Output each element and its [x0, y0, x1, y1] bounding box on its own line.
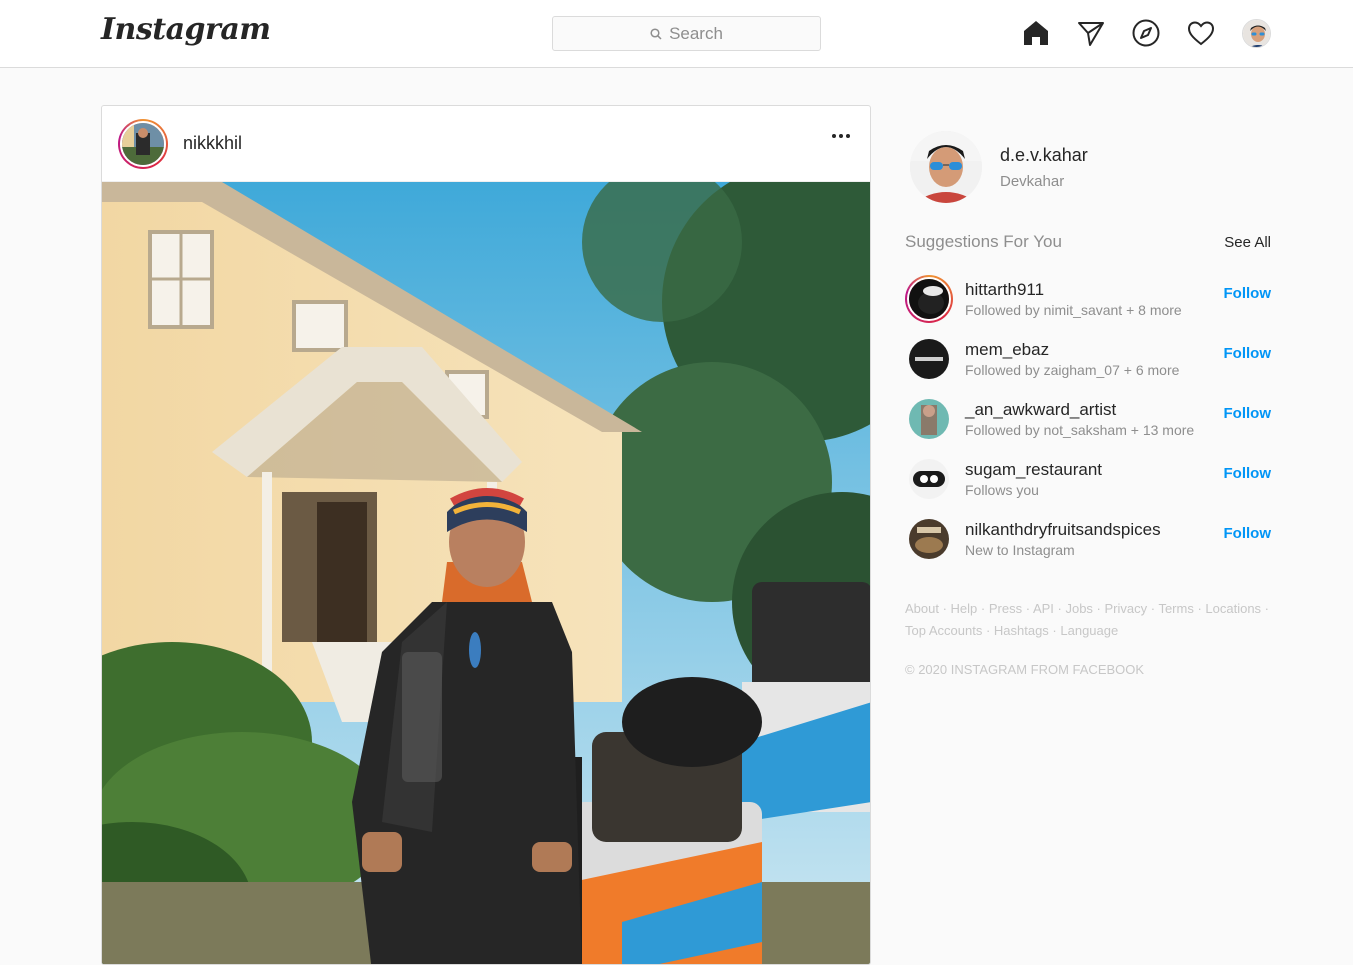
post-username[interactable]: nikkkhil — [183, 133, 242, 154]
suggestion-username[interactable]: nilkanthdryfruitsandspices — [965, 520, 1161, 540]
home-icon[interactable] — [1021, 18, 1051, 48]
suggestions-header: Suggestions For You See All — [905, 232, 1271, 252]
footer-link-terms[interactable]: Terms — [1158, 601, 1193, 616]
current-user-avatar[interactable] — [910, 131, 982, 203]
footer-link-api[interactable]: API — [1033, 601, 1054, 616]
follow-button[interactable]: Follow — [1224, 465, 1272, 482]
footer-link-privacy[interactable]: Privacy — [1105, 601, 1148, 616]
profile-avatar[interactable] — [1241, 18, 1271, 48]
suggestion-item: hittarth911 Followed by nimit_savant + 8… — [905, 269, 1271, 329]
footer-link-press[interactable]: Press — [989, 601, 1022, 616]
suggestion-username[interactable]: hittarth911 — [965, 280, 1182, 300]
search-input[interactable]: Search — [552, 16, 821, 51]
footer-links: About · Help · Press · API · Jobs · Priv… — [905, 601, 1270, 638]
follow-button[interactable]: Follow — [1224, 405, 1272, 422]
activity-heart-icon[interactable] — [1186, 18, 1216, 48]
footer-link-jobs[interactable]: Jobs — [1065, 601, 1092, 616]
search-icon — [650, 27, 662, 40]
footer-link-locations[interactable]: Locations — [1205, 601, 1261, 616]
suggestion-username[interactable]: mem_ebaz — [965, 340, 1179, 360]
post-image[interactable] — [102, 162, 870, 964]
suggestion-item: _an_awkward_artist Followed by not_saksh… — [905, 389, 1271, 449]
search-placeholder: Search — [669, 23, 723, 43]
follow-button[interactable]: Follow — [1224, 525, 1272, 542]
direct-icon[interactable] — [1076, 18, 1106, 48]
current-user-card: d.e.v.kahar Devkahar — [910, 131, 1088, 203]
suggestion-item: sugam_restaurant Follows you Follow — [905, 449, 1271, 509]
suggestion-username[interactable]: sugam_restaurant — [965, 460, 1102, 480]
suggestion-subtitle: New to Instagram — [965, 542, 1075, 558]
current-user-username[interactable]: d.e.v.kahar — [1000, 145, 1088, 166]
suggestion-subtitle: Followed by zaigham_07 + 6 more — [965, 362, 1180, 378]
current-user-name: Devkahar — [1000, 172, 1065, 190]
footer-link-top-accounts[interactable]: Top Accounts — [905, 623, 982, 638]
suggestion-subtitle: Follows you — [965, 482, 1039, 498]
top-nav: Instagram Search — [0, 0, 1353, 68]
see-all-link[interactable]: See All — [1224, 234, 1271, 251]
footer-link-language[interactable]: Language — [1060, 623, 1118, 638]
footer-link-hashtags[interactable]: Hashtags — [994, 623, 1049, 638]
footer-link-help[interactable]: Help — [951, 601, 978, 616]
follow-button[interactable]: Follow — [1224, 285, 1272, 302]
explore-icon[interactable] — [1131, 18, 1161, 48]
suggestion-avatar[interactable] — [905, 455, 953, 503]
suggestion-avatar[interactable] — [905, 395, 953, 443]
post-header: nikkkhil — [102, 106, 870, 182]
suggestion-item: nilkanthdryfruitsandspices New to Instag… — [905, 509, 1271, 569]
feed-post: nikkkhil — [101, 105, 871, 965]
suggestion-avatar[interactable] — [905, 335, 953, 383]
suggestion-subtitle: Followed by not_saksham + 13 more — [965, 422, 1195, 438]
suggestions-title: Suggestions For You — [905, 232, 1062, 251]
suggestion-item: mem_ebaz Followed by zaigham_07 + 6 more… — [905, 329, 1271, 389]
copyright: © 2020 INSTAGRAM FROM FACEBOOK — [905, 662, 1145, 677]
suggestion-username[interactable]: _an_awkward_artist — [965, 400, 1194, 420]
suggestion-avatar[interactable] — [905, 275, 953, 323]
post-avatar[interactable] — [118, 118, 168, 169]
follow-button[interactable]: Follow — [1224, 345, 1272, 362]
footer-link-about[interactable]: About — [905, 601, 939, 616]
suggestion-avatar[interactable] — [905, 515, 953, 563]
instagram-logo[interactable]: Instagram — [101, 12, 271, 47]
suggestion-subtitle: Followed by nimit_savant + 8 more — [965, 302, 1182, 318]
suggestions-list: hittarth911 Followed by nimit_savant + 8… — [905, 269, 1271, 569]
more-options-icon[interactable] — [832, 134, 850, 138]
